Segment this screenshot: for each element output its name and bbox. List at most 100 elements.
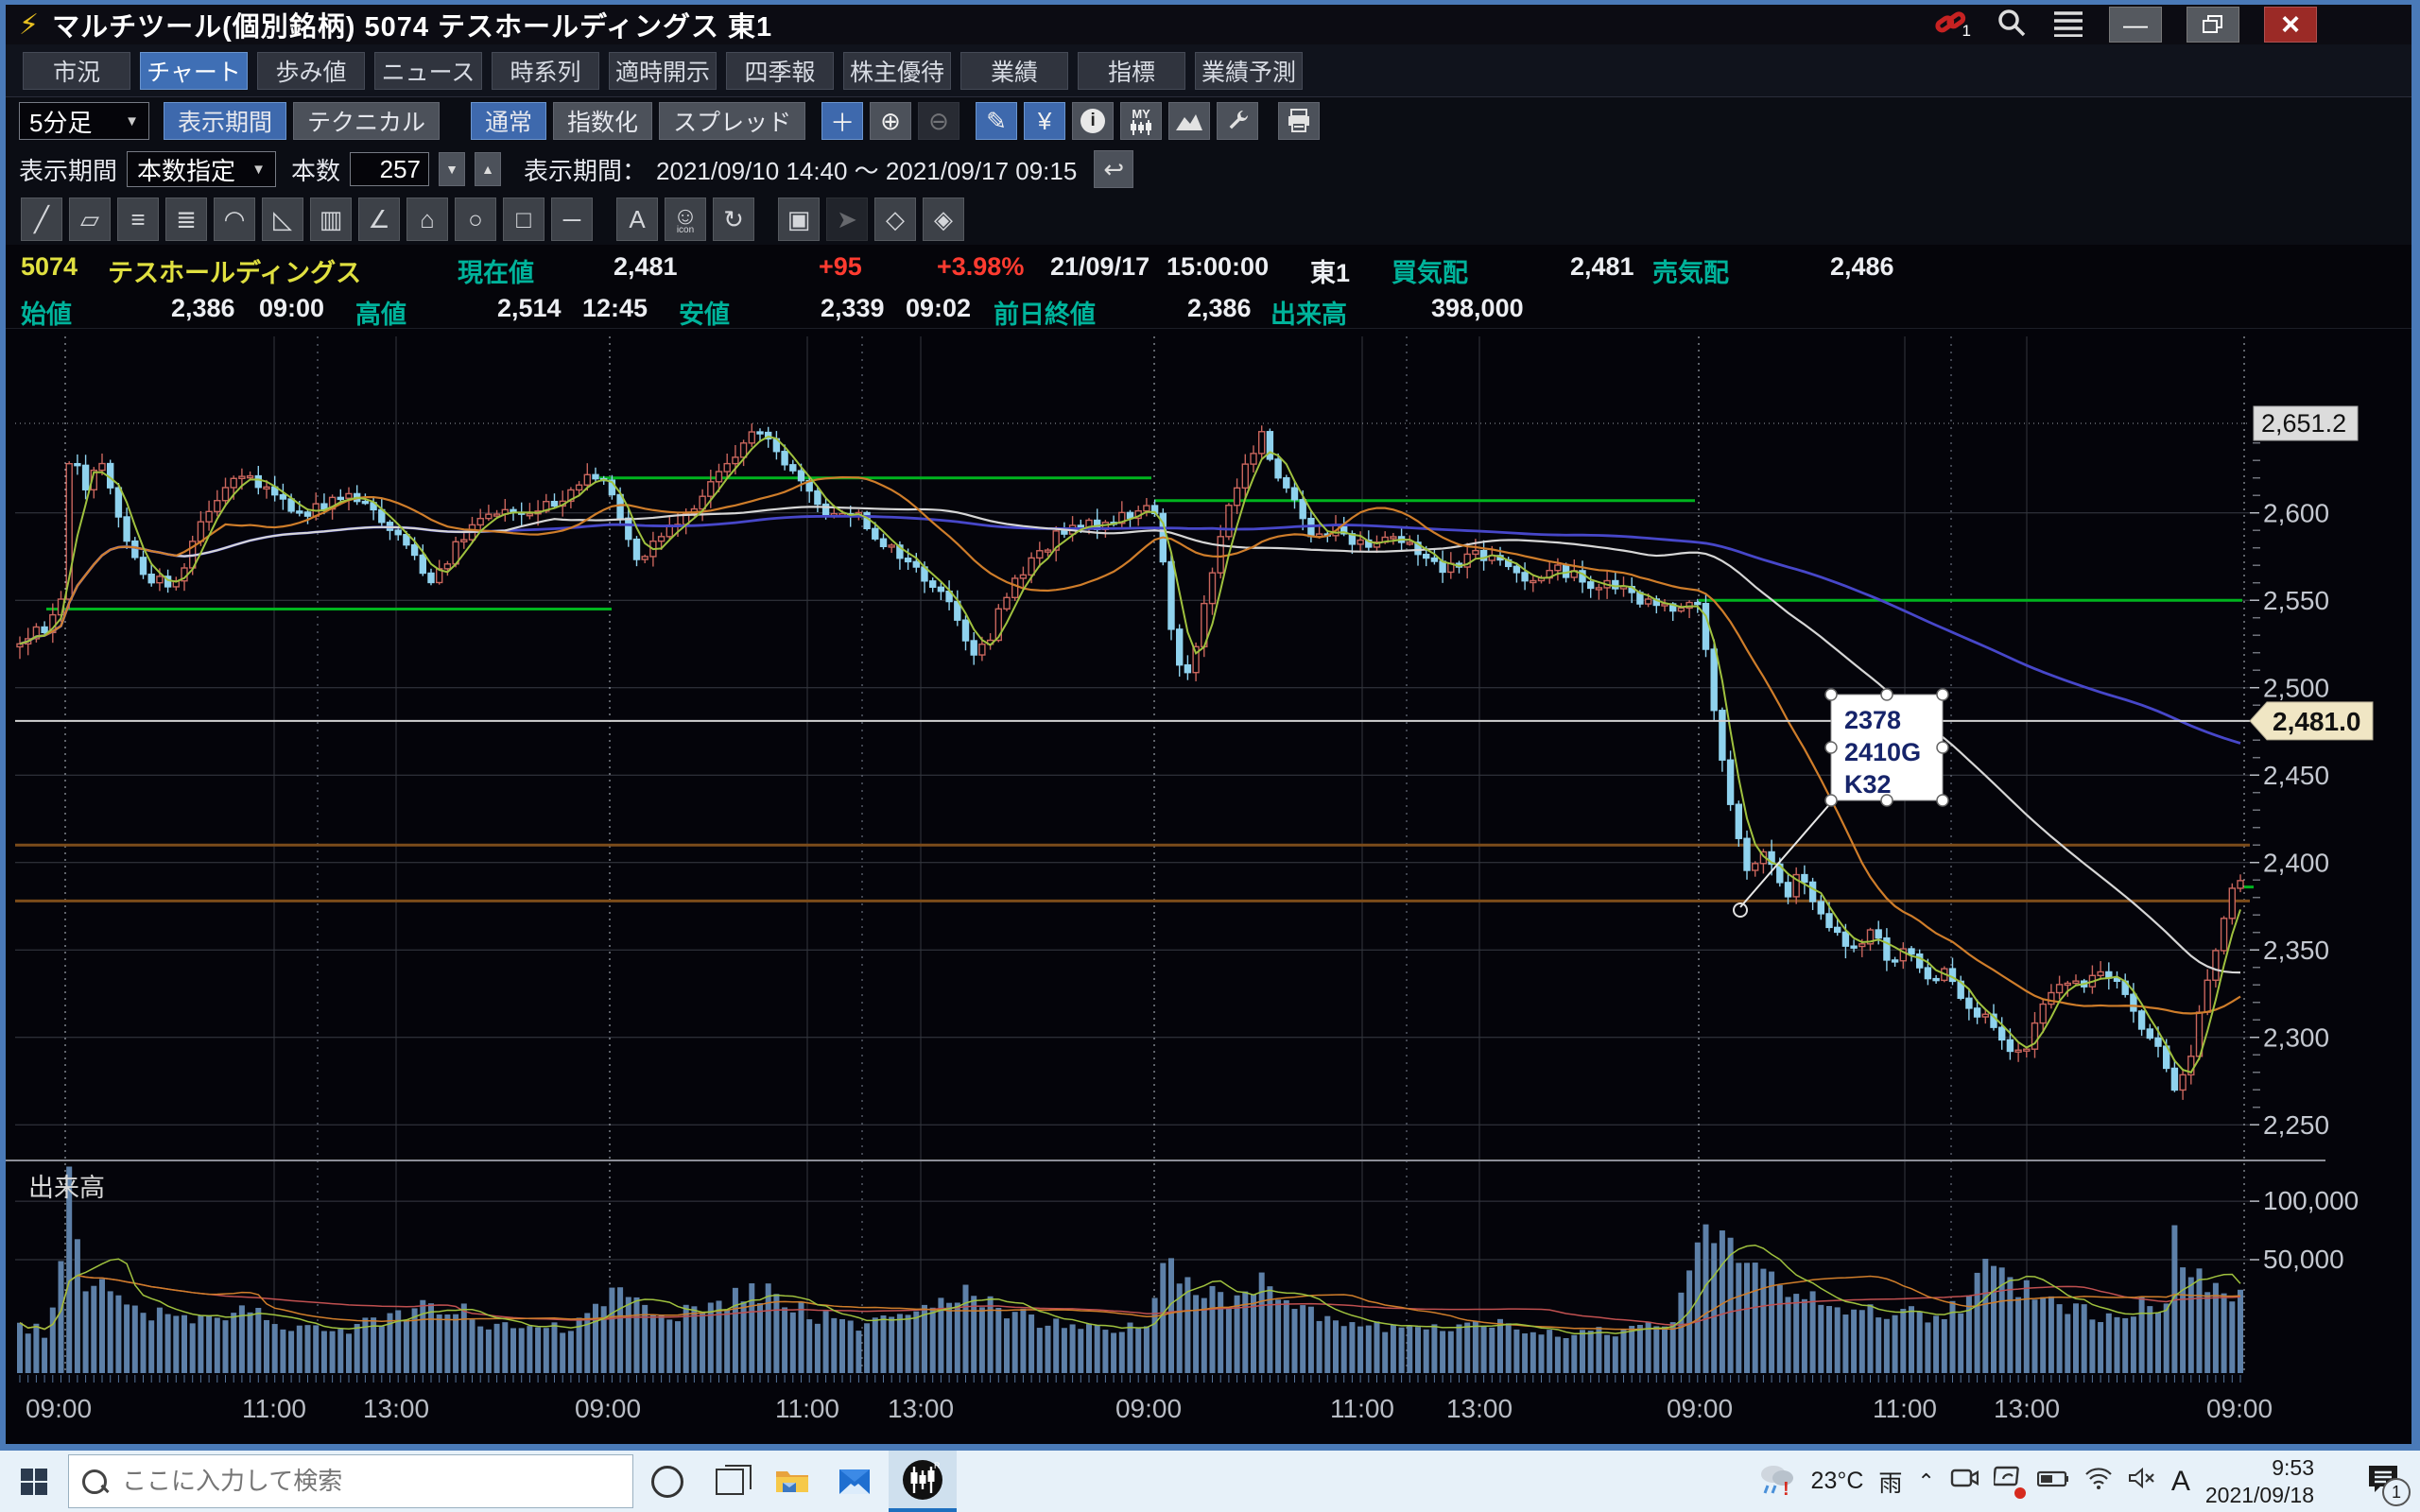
app-lightning-icon: ⚡ (19, 9, 39, 42)
period-mode-select[interactable]: 本数指定▼ (127, 151, 276, 187)
weather-icon[interactable]: ! (1754, 1459, 1796, 1503)
draw-pencil-button[interactable]: ✎ (976, 102, 1017, 140)
draw-tool-horizontal-lines-3[interactable]: ≡ (117, 198, 159, 241)
draw-tool-fan-lines[interactable]: ◺ (262, 198, 303, 241)
yen-scale-button[interactable]: ¥ (1024, 102, 1065, 140)
draw-tool-angle-lines[interactable]: ∠ (358, 198, 400, 241)
tab-shikiho[interactable]: 四季報 (726, 52, 834, 90)
volume-muted-icon[interactable] (2128, 1467, 2156, 1496)
minimize-button[interactable]: — (2109, 7, 2162, 43)
annotation-handle[interactable] (1937, 795, 1948, 806)
crosshair-button[interactable]: ＋ (821, 102, 863, 140)
annotation-handle[interactable] (1881, 689, 1893, 700)
annotation-handle[interactable] (1825, 742, 1837, 753)
annotation-handle[interactable] (1825, 795, 1837, 806)
volume-bar (1349, 1322, 1355, 1373)
candlestick-chart[interactable]: 23782410GK322,6002,5502,5002,4502,4002,3… (0, 329, 2420, 1450)
tab-disclosure[interactable]: 適時開示 (609, 52, 717, 90)
display-period-button[interactable]: 表示期間 (164, 102, 286, 140)
close-button[interactable]: × (2264, 7, 2317, 43)
tab-chart[interactable]: チャート (140, 52, 248, 90)
draw-tool-horizontal-lines-4[interactable]: ≣ (165, 198, 207, 241)
tab-time-series[interactable]: 時系列 (492, 52, 599, 90)
reload-button[interactable]: ↩ (1094, 150, 1133, 188)
timeframe-select[interactable]: 5分足▼ (19, 102, 149, 140)
sync-status-icon[interactable] (1994, 1466, 2022, 1497)
zoom-out-button[interactable]: ⊖ (918, 102, 959, 140)
annotation-handle[interactable] (1825, 689, 1837, 700)
volume-bar (1958, 1314, 1963, 1373)
print-button[interactable] (1278, 102, 1320, 140)
volume-bar (2065, 1314, 2070, 1373)
annotation-handle[interactable] (1881, 795, 1893, 806)
volume-bar (1259, 1273, 1265, 1373)
candle-body (577, 485, 582, 490)
area-chart-button[interactable] (1168, 102, 1210, 140)
normal-button[interactable]: 通常 (471, 102, 546, 140)
notification-center-button[interactable]: 1 (2367, 1464, 2399, 1499)
technical-button[interactable]: テクニカル (293, 102, 440, 140)
zoom-in-button[interactable]: ⊕ (870, 102, 911, 140)
draw-tool-fibonacci-arc[interactable]: ◠ (214, 198, 255, 241)
my-chart-button[interactable]: MY (1120, 102, 1162, 140)
tab-shareholder-benefit[interactable]: 株主優待 (843, 52, 951, 90)
time-axis-label: 09:00 (575, 1394, 641, 1423)
tab-indicators[interactable]: 指標 (1078, 52, 1185, 90)
price-change-pct: +3.98% (937, 252, 1024, 282)
search-input[interactable] (120, 1466, 578, 1497)
tab-earnings-forecast[interactable]: 業績予測 (1195, 52, 1303, 90)
battery-icon[interactable] (2037, 1468, 2069, 1495)
draw-tool-ruler[interactable]: ▱ (69, 198, 111, 241)
draw-tool-horizontal-segment[interactable]: ─ (551, 198, 593, 241)
indexed-button[interactable]: 指数化 (553, 102, 652, 140)
bar-count-input[interactable]: 257 (350, 152, 429, 186)
draw-tool-ellipse[interactable]: ○ (455, 198, 496, 241)
cortana-button[interactable] (639, 1451, 696, 1512)
restore-button[interactable] (2187, 7, 2239, 43)
spread-button[interactable]: スプレッド (659, 102, 805, 140)
draw-tool-time-cycle[interactable]: ↻ (713, 198, 754, 241)
count-down-button[interactable]: ▼ (439, 152, 465, 186)
ime-indicator[interactable]: A (2171, 1466, 2190, 1498)
draw-tool-pentagon[interactable]: ⌂ (406, 198, 448, 241)
draw-tool-eraser-all[interactable]: ◈ (923, 198, 964, 241)
draw-tool-rectangle[interactable]: □ (503, 198, 544, 241)
weather-temp[interactable]: 23°C (1811, 1468, 1864, 1495)
taskbar-clock[interactable]: 9:53 2021/09/18 (2205, 1454, 2314, 1509)
settings-wrench-button[interactable] (1217, 102, 1258, 140)
wifi-icon[interactable] (2084, 1467, 2113, 1496)
volume-bar (1868, 1304, 1874, 1373)
volume-bar (1621, 1329, 1627, 1373)
trading-app-button[interactable]: R (889, 1451, 957, 1512)
tray-expand-chevron[interactable]: ⌃ (1917, 1469, 1934, 1494)
draw-tool-copy[interactable]: ▣ (778, 198, 820, 241)
draw-tool-eraser[interactable]: ◇ (874, 198, 916, 241)
draw-tool-icon-stamp[interactable]: ☺icon (665, 198, 706, 241)
camera-icon[interactable] (1950, 1467, 1979, 1496)
tab-earnings[interactable]: 業績 (960, 52, 1068, 90)
weather-desc[interactable]: 雨 (1878, 1465, 1902, 1499)
volume-bar (708, 1302, 714, 1373)
tab-market[interactable]: 市況 (23, 52, 130, 90)
candle-body (1917, 954, 1923, 968)
task-view-button[interactable] (701, 1451, 758, 1512)
annotation-handle[interactable] (1937, 689, 1948, 700)
draw-tool-hand-select[interactable]: ➤ (826, 198, 868, 241)
count-up-button[interactable]: ▲ (475, 152, 501, 186)
start-button[interactable] (0, 1451, 68, 1512)
volume-bar (1457, 1324, 1462, 1373)
tab-tick[interactable]: 歩み値 (257, 52, 365, 90)
file-explorer-button[interactable] (764, 1451, 821, 1512)
tab-news[interactable]: ニュース (374, 52, 482, 90)
draw-tool-text[interactable]: A (616, 198, 658, 241)
draw-tool-vertical-grid[interactable]: ▥ (310, 198, 352, 241)
info-button[interactable]: i (1072, 102, 1114, 140)
search-icon[interactable] (1996, 7, 2028, 43)
annotation-handle[interactable] (1937, 742, 1948, 753)
mail-button[interactable] (826, 1451, 883, 1512)
link-group-icon[interactable]: 1 (1934, 9, 1971, 41)
candle-body (733, 457, 738, 464)
taskbar-search[interactable] (68, 1454, 633, 1508)
draw-tool-trend-line[interactable]: ╱ (21, 198, 62, 241)
menu-icon[interactable] (2052, 9, 2084, 42)
